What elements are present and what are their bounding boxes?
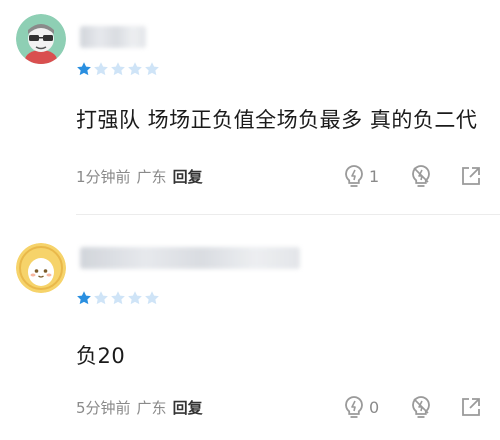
comment-meta: 5分钟前 广东 回复 [76,397,203,418]
rating-stars [76,61,160,77]
username-blurred[interactable] [80,247,300,269]
star-empty-icon [128,62,142,76]
share-button[interactable] [460,396,482,418]
rating-stars [76,290,160,306]
star-empty-icon [128,291,142,305]
star-filled-icon [77,291,91,305]
star-empty-icon [111,62,125,76]
share-icon [462,167,480,185]
like-count: 1 [369,166,380,186]
comment-item: 负20 5分钟前 广东 回复 0 [0,215,500,440]
star-empty-icon [145,291,159,305]
reply-button[interactable]: 回复 [173,166,203,187]
star-empty-icon [111,291,125,305]
comment-time: 1分钟前 [76,168,131,186]
like-count: 0 [369,397,380,417]
dislike-button[interactable] [410,395,432,419]
comment-location: 广东 [136,168,167,186]
reply-button[interactable]: 回复 [173,397,203,418]
user-avatar[interactable] [16,14,66,64]
comment-item: 打强队 场场正负值全场负最多 真的负二代 1分钟前 广东 回复 1 [0,0,500,215]
comment-text: 负20 [76,344,126,368]
lightbulb-icon [345,165,363,187]
lightbulb-icon [345,396,363,418]
comment-time: 5分钟前 [76,399,131,417]
comment-location: 广东 [136,399,167,417]
star-empty-icon [94,291,108,305]
comment-meta: 1分钟前 广东 回复 [76,166,203,187]
face-with-glasses-avatar-icon [16,14,66,64]
like-button[interactable]: 0 [343,395,379,419]
egg-character-avatar-icon [16,243,66,293]
username-blurred[interactable] [80,26,146,48]
lightbulb-off-icon [412,396,430,418]
share-icon [462,398,480,416]
comment-text: 打强队 场场正负值全场负最多 真的负二代 [76,108,478,132]
user-avatar[interactable] [16,243,66,293]
dislike-button[interactable] [410,164,432,188]
star-empty-icon [145,62,159,76]
share-button[interactable] [460,165,482,187]
lightbulb-off-icon [412,165,430,187]
like-button[interactable]: 1 [343,164,379,188]
star-filled-icon [77,62,91,76]
star-empty-icon [94,62,108,76]
